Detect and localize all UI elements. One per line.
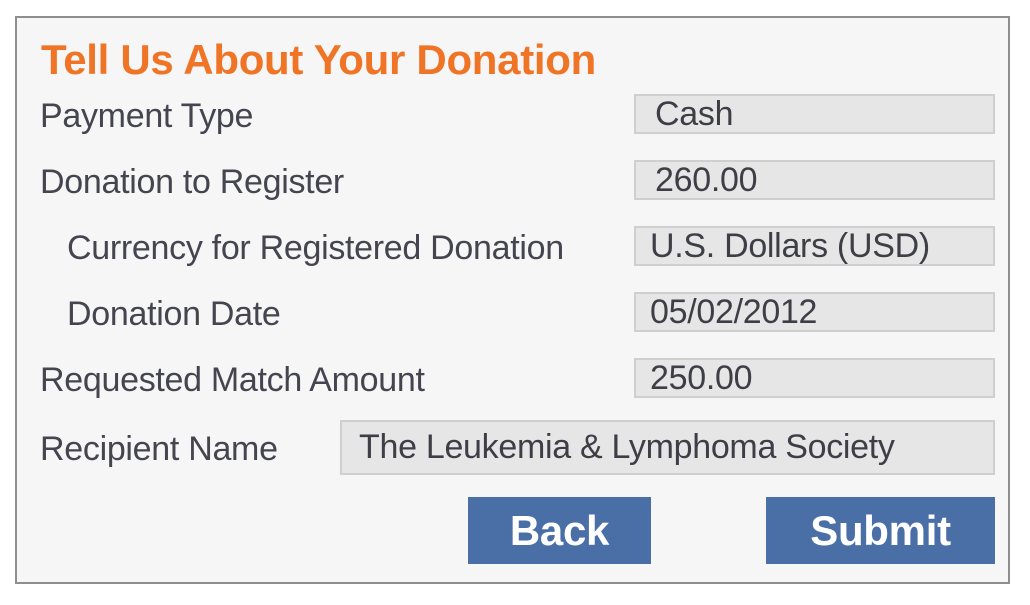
- currency-label: Currency for Registered Donation: [67, 229, 564, 267]
- donation-form-panel: Tell Us About Your Donation Payment Type…: [15, 16, 1010, 584]
- donation-amount-field[interactable]: 260.00: [634, 160, 995, 200]
- requested-match-amount-label: Requested Match Amount: [40, 361, 425, 399]
- form-title: Tell Us About Your Donation: [41, 36, 596, 83]
- requested-match-amount-field[interactable]: 250.00: [634, 358, 995, 398]
- submit-button[interactable]: Submit: [766, 497, 995, 564]
- back-button[interactable]: Back: [468, 497, 651, 564]
- currency-field[interactable]: U.S. Dollars (USD): [634, 226, 995, 266]
- payment-type-label: Payment Type: [40, 97, 254, 135]
- recipient-name-label: Recipient Name: [40, 430, 278, 468]
- donation-to-register-label: Donation to Register: [40, 163, 344, 201]
- recipient-name-field[interactable]: The Leukemia & Lymphoma Society: [340, 420, 995, 475]
- donation-date-field[interactable]: 05/02/2012: [634, 292, 995, 332]
- donation-date-label: Donation Date: [67, 295, 281, 333]
- payment-type-field[interactable]: Cash: [634, 94, 995, 134]
